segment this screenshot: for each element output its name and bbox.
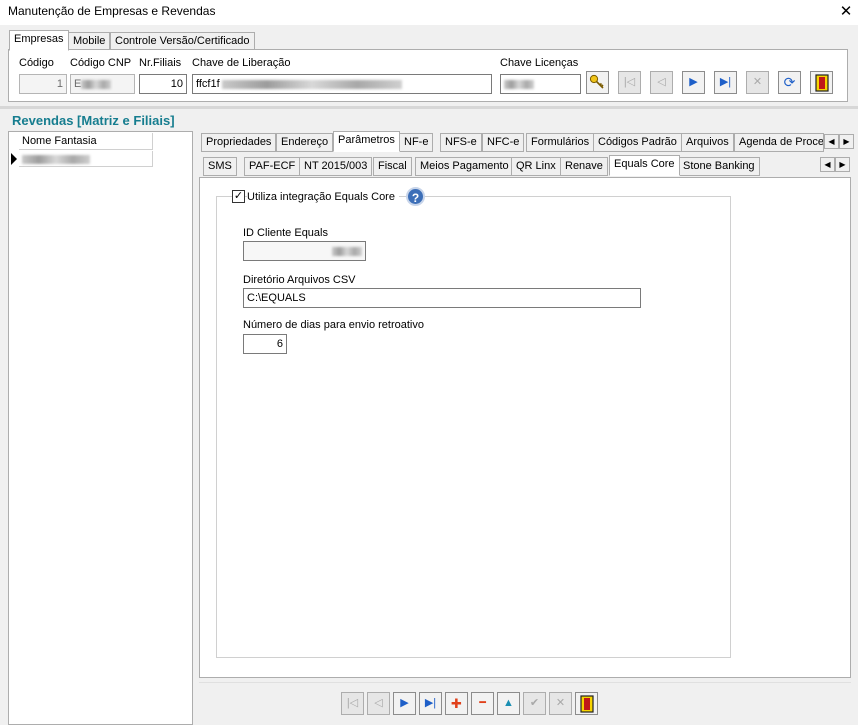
revendas-grid[interactable]: [8, 131, 193, 725]
refresh-button[interactable]: ⟳: [778, 71, 801, 94]
tab-fiscal[interactable]: Fiscal: [373, 157, 412, 176]
bottom-edit-up-button[interactable]: ▲: [497, 692, 520, 715]
bottom-prev-button[interactable]: ◁: [367, 692, 390, 715]
tab-codigos-padrao[interactable]: Códigos Padrão: [593, 133, 682, 152]
window-title: Manutenção de Empresas e Revendas: [8, 4, 216, 18]
grid-header-nome-fantasia[interactable]: Nome Fantasia: [19, 133, 153, 150]
bottom-remove-button[interactable]: ━: [471, 692, 494, 715]
bottom-next-button[interactable]: ▶: [393, 692, 416, 715]
tab-nfe[interactable]: NF-e: [399, 133, 434, 152]
chave-licencas-label: Chave Licenças: [500, 57, 579, 69]
tab-equals-core[interactable]: Equals Core: [609, 155, 680, 176]
cnpj-redacted: [81, 79, 112, 89]
bottom-exit-door-icon: [579, 695, 594, 713]
first-record-button[interactable]: |◁: [618, 71, 641, 94]
dias-retroativo-label: Número de dias para envio retroativo: [243, 319, 424, 331]
filiais-field[interactable]: 10: [139, 74, 187, 94]
tab-arquivos[interactable]: Arquivos: [681, 133, 734, 152]
dias-retroativo-field[interactable]: 6: [243, 334, 287, 354]
last-record-button[interactable]: ▶|: [714, 71, 737, 94]
diretorio-csv-field[interactable]: C:\EQUALS: [243, 288, 641, 308]
chave-licencas-redacted: [504, 79, 534, 89]
chave-liberacao-label: Chave de Liberação: [192, 57, 291, 69]
current-row-indicator-icon: [11, 153, 17, 165]
key-button[interactable]: [586, 71, 609, 94]
tab-meios-pagamento[interactable]: Meios Pagamento: [415, 157, 514, 176]
bottom-first-button[interactable]: |◁: [341, 692, 364, 715]
tabs-scroll-left-icon[interactable]: ◀: [824, 134, 839, 149]
chave-liberacao-redacted: [221, 79, 402, 89]
id-cliente-field[interactable]: [243, 241, 366, 261]
bottom-confirm-button[interactable]: ✔: [523, 692, 546, 715]
equals-core-groupbox: [216, 196, 731, 658]
subtabs-scroll-left-icon[interactable]: ◀: [820, 157, 835, 172]
tab-renave[interactable]: Renave: [560, 157, 608, 176]
nome-fantasia-redacted: [22, 154, 90, 164]
help-icon[interactable]: ?: [406, 187, 425, 206]
cnpj-value: E: [74, 78, 82, 90]
tabs-scroll-right-icon[interactable]: ▶: [839, 134, 854, 149]
bottom-add-button[interactable]: ✚: [445, 692, 468, 715]
revendas-title: Revendas [Matriz e Filiais]: [12, 113, 175, 128]
bottom-cancel-button[interactable]: ✕: [549, 692, 572, 715]
tab-parametros[interactable]: Parâmetros: [333, 131, 400, 152]
tab-formularios[interactable]: Formulários: [526, 133, 595, 152]
codigo-label: Código: [19, 57, 54, 69]
tab-qr-linx[interactable]: QR Linx: [511, 157, 561, 176]
tab-sms[interactable]: SMS: [203, 157, 237, 176]
chave-licencas-field[interactable]: [500, 74, 581, 94]
subtabs-scroll-right-icon[interactable]: ▶: [835, 157, 850, 172]
diretorio-csv-label: Diretório Arquivos CSV: [243, 274, 356, 286]
tab-agenda-processos[interactable]: Agenda de Proces: [734, 133, 824, 152]
prev-record-button[interactable]: ◁: [650, 71, 673, 94]
tab-paf-ecf[interactable]: PAF-ECF: [244, 157, 301, 176]
codigo-field[interactable]: 1: [19, 74, 67, 94]
key-icon: [589, 74, 604, 89]
tab-propriedades[interactable]: Propriedades: [201, 133, 277, 152]
id-cliente-redacted: [332, 246, 362, 256]
id-cliente-label: ID Cliente Equals: [243, 227, 328, 239]
tab-nfce[interactable]: NFC-e: [482, 133, 525, 152]
tab-nt-2015-003[interactable]: NT 2015/003: [299, 157, 373, 176]
table-row[interactable]: [19, 151, 153, 167]
exit-door-icon: [814, 74, 829, 92]
cnpj-field[interactable]: E: [70, 74, 135, 94]
utiliza-equals-checkbox[interactable]: ✓: [232, 190, 245, 203]
tab-stone-banking[interactable]: Stone Banking: [678, 157, 760, 176]
tab-nfse[interactable]: NFS-e: [440, 133, 482, 152]
chave-liberacao-field[interactable]: ffcf1f: [192, 74, 492, 94]
exit-button[interactable]: [810, 71, 833, 94]
close-icon[interactable]: ✕: [838, 2, 854, 20]
cnpj-label: Código CNP: [70, 57, 132, 69]
utiliza-equals-label[interactable]: Utiliza integração Equals Core: [247, 191, 399, 203]
tab-empresas[interactable]: Empresas: [9, 30, 69, 51]
filiais-label: Nr.Filiais: [139, 57, 182, 69]
bottom-exit-button[interactable]: [575, 692, 598, 715]
splitter[interactable]: [0, 106, 858, 109]
tab-endereco[interactable]: Endereço: [276, 133, 334, 152]
bottom-last-button[interactable]: ▶|: [419, 692, 442, 715]
next-record-button[interactable]: ▶: [682, 71, 705, 94]
cancel-button[interactable]: ✕: [746, 71, 769, 94]
chave-liberacao-value: ffcf1f: [196, 78, 220, 90]
